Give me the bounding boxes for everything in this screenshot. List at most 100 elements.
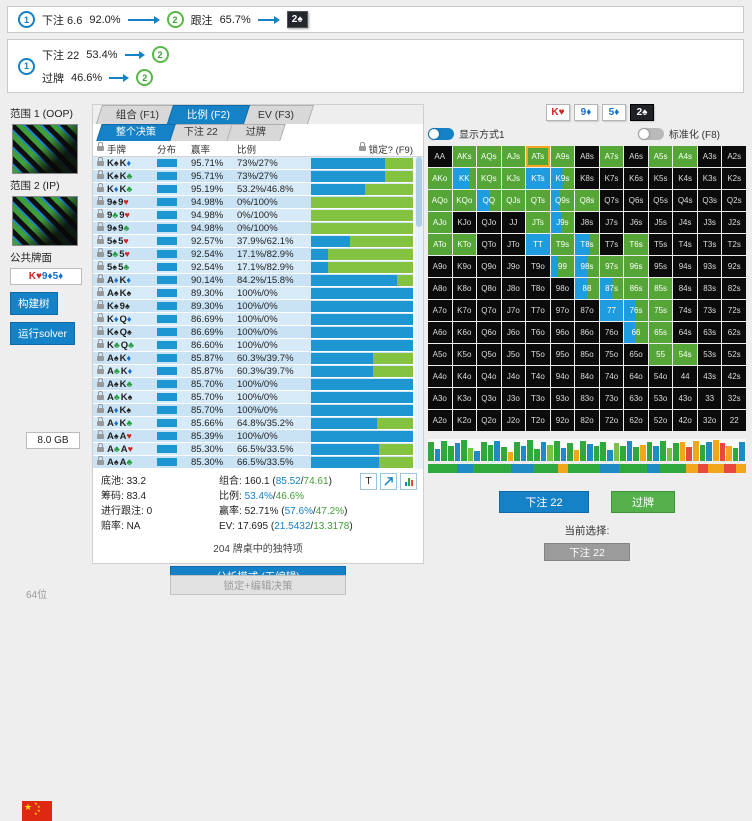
grid-cell-Q8s[interactable]: Q8s (575, 190, 599, 211)
grid-cell-65s[interactable]: 65s (649, 322, 673, 343)
table-row[interactable]: A♠K♣85.70%100%/0% (93, 378, 413, 390)
grid-cell-K3o[interactable]: K3o (453, 388, 477, 409)
grid-cell-J3o[interactable]: J3o (502, 388, 526, 409)
row-lock-icon[interactable] (93, 239, 107, 244)
table-row[interactable]: 5♠5♥92.57%37.9%/62.1% (93, 235, 413, 247)
grid-cell-J3s[interactable]: J3s (698, 212, 722, 233)
range1-thumbnail[interactable] (12, 124, 78, 174)
grid-cell-KTs[interactable]: KTs (526, 168, 550, 189)
display-mode-toggle[interactable] (428, 128, 454, 140)
row-lock-icon[interactable] (93, 434, 107, 439)
row-lock-icon[interactable] (93, 200, 107, 205)
grid-cell-QQ[interactable]: QQ (477, 190, 501, 211)
row-lock-icon[interactable] (93, 161, 107, 166)
grid-cell-Q7s[interactable]: Q7s (600, 190, 624, 211)
grid-cell-J8o[interactable]: J8o (502, 278, 526, 299)
grid-cell-85s[interactable]: 85s (649, 278, 673, 299)
grid-cell-QTo[interactable]: QTo (477, 234, 501, 255)
grid-cell-K4o[interactable]: K4o (453, 366, 477, 387)
row-lock-icon[interactable] (93, 317, 107, 322)
grid-cell-Q6o[interactable]: Q6o (477, 322, 501, 343)
grid-cell-A9s[interactable]: A9s (551, 146, 575, 167)
table-row[interactable]: K♠9♠89.30%100%/0% (93, 300, 413, 312)
grid-cell-KJs[interactable]: KJs (502, 168, 526, 189)
table-row[interactable]: A♦K♦90.14%84.2%/15.8% (93, 274, 413, 286)
card-badge-2[interactable]: 2♠ (630, 104, 654, 121)
grid-cell-A4o[interactable]: A4o (428, 366, 452, 387)
bet-22-button[interactable]: 下注 22 (499, 491, 589, 513)
row-lock-icon[interactable] (93, 226, 107, 231)
table-row[interactable]: A♠A♣85.30%66.5%/33.5% (93, 456, 413, 468)
grid-cell-98s[interactable]: 98s (575, 256, 599, 277)
table-row[interactable]: A♦K♣85.66%64.8%/35.2% (93, 417, 413, 429)
row-lock-icon[interactable] (93, 291, 107, 296)
row-lock-icon[interactable] (93, 304, 107, 309)
grid-cell-K6s[interactable]: K6s (624, 168, 648, 189)
table-row[interactable]: 9♠9♥94.98%0%/100% (93, 196, 413, 208)
grid-cell-AKo[interactable]: AKo (428, 168, 452, 189)
grid-cell-J2s[interactable]: J2s (722, 212, 746, 233)
grid-cell-A6o[interactable]: A6o (428, 322, 452, 343)
row-lock-icon[interactable] (93, 252, 107, 257)
grid-cell-A9o[interactable]: A9o (428, 256, 452, 277)
grid-cell-54s[interactable]: 54s (673, 344, 697, 365)
grid-cell-A2s[interactable]: A2s (722, 146, 746, 167)
row-lock-icon[interactable] (93, 265, 107, 270)
grid-cell-K2o[interactable]: K2o (453, 410, 477, 431)
grid-cell-82o[interactable]: 82o (575, 410, 599, 431)
grid-cell-T6s[interactable]: T6s (624, 234, 648, 255)
grid-cell-99[interactable]: 99 (551, 256, 575, 277)
table-row[interactable]: 5♣5♥92.54%17.1%/82.9% (93, 248, 413, 260)
grid-cell-93o[interactable]: 93o (551, 388, 575, 409)
grid-cell-J6o[interactable]: J6o (502, 322, 526, 343)
row-lock-icon[interactable] (93, 213, 107, 218)
grid-cell-86o[interactable]: 86o (575, 322, 599, 343)
grid-cell-Q7o[interactable]: Q7o (477, 300, 501, 321)
grid-cell-Q3s[interactable]: Q3s (698, 190, 722, 211)
grid-cell-83s[interactable]: 83s (698, 278, 722, 299)
grid-cell-QJs[interactable]: QJs (502, 190, 526, 211)
grid-cell-86s[interactable]: 86s (624, 278, 648, 299)
grid-cell-95o[interactable]: 95o (551, 344, 575, 365)
grid-cell-22[interactable]: 22 (722, 410, 746, 431)
export-icon[interactable] (380, 473, 397, 490)
grid-cell-87o[interactable]: 87o (575, 300, 599, 321)
branch-bet[interactable]: 下注 22 53.4% 2 (42, 46, 169, 63)
table-row[interactable]: K♠K♦95.71%73%/27% (93, 157, 413, 169)
grid-cell-42o[interactable]: 42o (673, 410, 697, 431)
grid-cell-44[interactable]: 44 (673, 366, 697, 387)
memory-box[interactable]: 8.0 GB (26, 432, 80, 449)
grid-cell-82s[interactable]: 82s (722, 278, 746, 299)
table-scrollbar[interactable] (415, 157, 423, 469)
grid-cell-QJo[interactable]: QJo (477, 212, 501, 233)
grid-cell-A8o[interactable]: A8o (428, 278, 452, 299)
table-row[interactable]: A♣K♦85.87%60.3%/39.7% (93, 365, 413, 377)
grid-cell-77[interactable]: 77 (600, 300, 624, 321)
grid-cell-ATs[interactable]: ATs (526, 146, 550, 167)
run-solver-button[interactable]: 运行solver (10, 322, 75, 345)
grid-cell-98o[interactable]: 98o (551, 278, 575, 299)
grid-cell-A7o[interactable]: A7o (428, 300, 452, 321)
grid-cell-AQs[interactable]: AQs (477, 146, 501, 167)
grid-cell-52o[interactable]: 52o (649, 410, 673, 431)
grid-cell-Q8o[interactable]: Q8o (477, 278, 501, 299)
grid-cell-66[interactable]: 66 (624, 322, 648, 343)
card-badge-5[interactable]: 5♦ (602, 104, 626, 121)
grid-cell-AQo[interactable]: AQo (428, 190, 452, 211)
tab-whole-strategy[interactable]: 整个决策 (96, 124, 176, 141)
grid-cell-K4s[interactable]: K4s (673, 168, 697, 189)
turn-card-badge[interactable]: 2♠ (287, 11, 308, 28)
row-lock-icon[interactable] (93, 421, 107, 426)
grid-cell-K8o[interactable]: K8o (453, 278, 477, 299)
grid-cell-42s[interactable]: 42s (722, 366, 746, 387)
grid-cell-97o[interactable]: 97o (551, 300, 575, 321)
grid-cell-94s[interactable]: 94s (673, 256, 697, 277)
grid-cell-53o[interactable]: 53o (649, 388, 673, 409)
grid-cell-AKs[interactable]: AKs (453, 146, 477, 167)
grid-cell-75o[interactable]: 75o (600, 344, 624, 365)
grid-cell-KTo[interactable]: KTo (453, 234, 477, 255)
table-row[interactable]: K♦K♣95.19%53.2%/46.8% (93, 183, 413, 195)
card-badge-9[interactable]: 9♦ (574, 104, 598, 121)
grid-cell-A8s[interactable]: A8s (575, 146, 599, 167)
table-row[interactable]: A♠K♦85.87%60.3%/39.7% (93, 352, 413, 364)
